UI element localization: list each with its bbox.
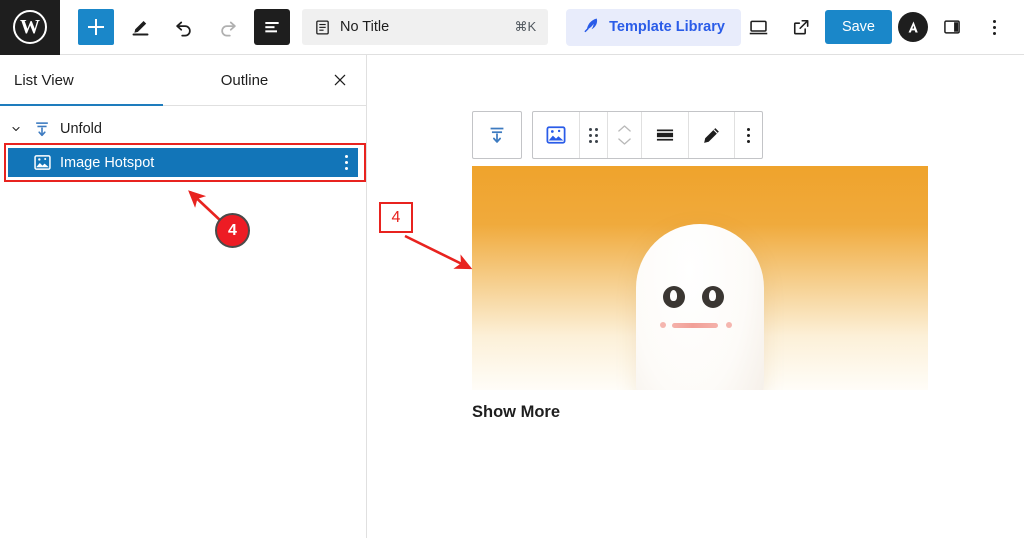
wordpress-logo-button[interactable]: W <box>0 0 60 55</box>
block-type-button[interactable] <box>533 112 580 158</box>
move-updown-button[interactable] <box>608 112 642 158</box>
add-block-button[interactable] <box>78 9 114 45</box>
block-tree: Unfold Image Hotspot <box>0 106 366 182</box>
image-hotspot-icon <box>30 153 54 172</box>
tree-item-unfold[interactable]: Unfold <box>0 114 366 144</box>
redo-arrow-icon <box>221 21 236 37</box>
template-library-icon <box>582 16 601 38</box>
kebab-menu-icon <box>747 127 750 143</box>
save-button[interactable]: Save <box>824 10 892 44</box>
title-shortcut-hint: ⌘K <box>514 19 537 34</box>
ghost-left-cheek <box>660 322 666 328</box>
block-options-button[interactable] <box>735 112 762 158</box>
list-view-sidebar: List View Outline Unfold Image Hotspot <box>0 55 367 538</box>
avatar-logo-icon <box>908 20 918 32</box>
desktop-preview-button[interactable] <box>741 9 777 45</box>
annotation-step-circle: 4 <box>215 213 250 248</box>
external-link-icon <box>793 19 809 35</box>
list-view-icon <box>265 22 279 33</box>
tab-list-view[interactable]: List View <box>0 55 163 106</box>
editor-options-button[interactable] <box>976 9 1012 45</box>
ghost-right-cheek <box>726 322 732 328</box>
ghost-left-eye <box>663 286 685 308</box>
sidebar-panel-icon <box>944 20 960 34</box>
ghost-character-illustration <box>636 224 764 390</box>
unfold-down-icon <box>30 119 54 139</box>
undo-button[interactable] <box>166 9 202 45</box>
image-hotspot-block-image[interactable] <box>472 166 928 390</box>
settings-sidebar-toggle[interactable] <box>934 9 970 45</box>
list-view-toggle-button[interactable] <box>254 9 290 45</box>
ghost-right-eye <box>702 286 724 308</box>
chevron-up-down-icon <box>617 124 632 146</box>
drag-handle[interactable] <box>580 112 608 158</box>
desktop-preview-icon <box>750 20 768 34</box>
close-sidebar-button[interactable] <box>326 66 354 94</box>
account-avatar[interactable] <box>898 12 928 42</box>
left-tool-group <box>78 9 290 45</box>
image-hotspot-icon <box>546 126 566 144</box>
tree-item-image-hotspot-wrapper: Image Hotspot <box>0 143 366 182</box>
editor-top-toolbar: W No Title ⌘K Template Library Save <box>0 0 1024 55</box>
pencil-icon <box>704 127 719 143</box>
unfold-block-button[interactable] <box>472 111 522 159</box>
align-button[interactable] <box>642 112 689 158</box>
template-library-label: Template Library <box>609 19 725 35</box>
sidebar-tabs: List View Outline <box>0 55 366 106</box>
edit-button[interactable] <box>689 112 735 158</box>
document-title-field[interactable]: No Title ⌘K <box>302 9 549 45</box>
drag-dots-icon <box>589 127 598 143</box>
right-tool-group: Save <box>741 9 1024 45</box>
template-library-button[interactable]: Template Library <box>566 8 741 46</box>
edit-mode-button[interactable] <box>122 9 158 45</box>
redo-button[interactable] <box>210 9 246 45</box>
ghost-mouth <box>672 323 718 328</box>
pencil-tool-icon <box>132 20 148 35</box>
view-site-button[interactable] <box>783 9 819 45</box>
document-title-text: No Title <box>340 19 390 35</box>
block-toolbar <box>472 111 763 159</box>
block-row-options-button[interactable] <box>345 148 348 177</box>
align-wide-icon <box>656 129 674 141</box>
block-toolbar-group <box>532 111 763 159</box>
kebab-menu-icon <box>992 19 996 35</box>
show-more-text[interactable]: Show More <box>472 403 560 422</box>
plus-icon <box>87 18 105 36</box>
tree-item-image-hotspot[interactable]: Image Hotspot <box>8 148 358 177</box>
document-icon <box>314 19 331 36</box>
wordpress-logo-icon: W <box>13 10 47 44</box>
close-icon <box>334 74 346 86</box>
editor-canvas: Show More <box>368 55 1024 538</box>
wordpress-block-editor: W No Title ⌘K Template Library Save List… <box>0 0 1024 538</box>
unfold-down-icon <box>490 127 504 143</box>
chevron-down-icon[interactable] <box>8 123 24 135</box>
undo-arrow-icon <box>176 21 191 37</box>
annotation-step-square: 4 <box>379 202 413 233</box>
kebab-menu-icon <box>345 155 348 170</box>
tree-item-unfold-label: Unfold <box>60 121 102 137</box>
tab-outline[interactable]: Outline <box>163 55 326 105</box>
tree-item-image-hotspot-label: Image Hotspot <box>60 154 155 171</box>
